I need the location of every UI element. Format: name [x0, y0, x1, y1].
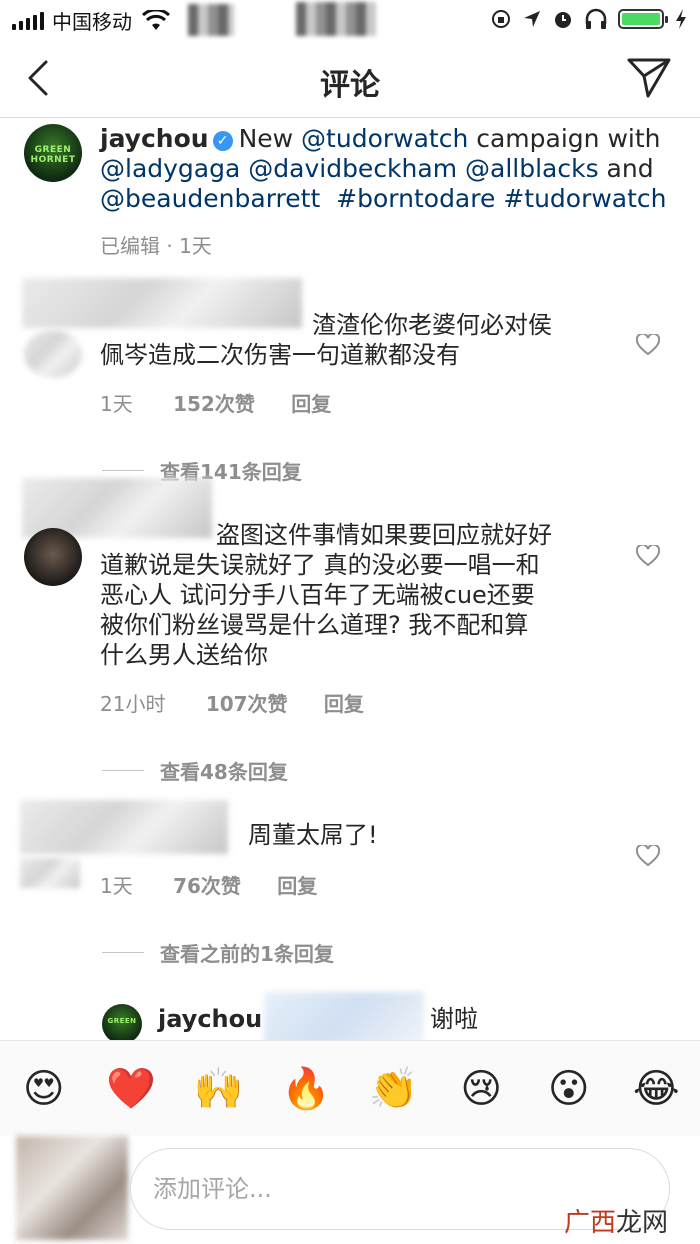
avatar[interactable] — [24, 528, 82, 586]
emoji-bar: 😍 ❤️ 🙌 🔥 👏 😢 😮 😂 — [0, 1040, 700, 1136]
my-avatar[interactable] — [16, 1136, 128, 1240]
edited-label: 已编辑 — [100, 234, 160, 258]
reply-button[interactable]: 回复 — [291, 392, 331, 416]
mention-link[interactable]: @davidbeckham — [248, 154, 457, 183]
view-replies-label: 查看48条回复 — [160, 760, 288, 784]
redacted-username — [22, 278, 302, 328]
send-direct-icon[interactable] — [626, 54, 672, 100]
carrier-label: 中国移动 — [52, 10, 132, 34]
comment-time: 1天 — [100, 392, 133, 416]
charging-icon — [676, 9, 686, 29]
comment-meta: 1天 152次赞 回复 — [100, 388, 331, 417]
clap-emoji-button[interactable]: 👏 — [364, 1059, 424, 1119]
hashtag-link[interactable]: #tudorwatch — [503, 184, 666, 213]
wifi-icon — [142, 9, 170, 30]
view-replies-label: 查看之前的1条回复 — [160, 942, 334, 966]
heart-icon[interactable] — [636, 334, 660, 356]
hashtag-link[interactable]: #borntodare — [336, 184, 495, 213]
caption-username[interactable]: jaychou — [100, 124, 209, 153]
watermark: 广西龙网 — [564, 1202, 668, 1239]
headphones-icon — [585, 8, 607, 29]
comment-text: 周董太屌了! — [248, 821, 378, 849]
green-hornet-logo: GREEN — [107, 1017, 137, 1026]
crying-emoji-button[interactable]: 😢 — [451, 1059, 511, 1119]
comment-time: 1天 — [100, 874, 133, 898]
avatar[interactable]: GREEN HORNET — [24, 124, 82, 182]
heart-icon[interactable] — [636, 545, 660, 567]
page-title: 评论 — [320, 68, 380, 103]
reply-text: 谢啦 — [430, 1005, 478, 1033]
caption-text — [457, 154, 465, 183]
likes-count[interactable]: 107次赞 — [206, 692, 288, 716]
alarm-icon — [555, 12, 571, 28]
mention-link[interactable]: @allblacks — [465, 154, 599, 183]
divider — [102, 952, 144, 953]
surprised-emoji-button[interactable]: 😮 — [539, 1059, 599, 1119]
view-replies-button[interactable]: 查看48条回复 — [102, 756, 288, 785]
comment-text: 渣渣伦你老婆何必对侯 — [312, 311, 552, 339]
location-icon — [524, 11, 540, 27]
raised-hands-emoji-button[interactable]: 🙌 — [189, 1059, 249, 1119]
watermark-part: 广西 — [563, 1208, 616, 1238]
status-bar: 中国移动 — [0, 0, 700, 40]
avatar[interactable] — [24, 330, 82, 378]
mention-link[interactable]: @beaudenbarrett — [100, 184, 320, 213]
post-caption: jaychou ✓ New @tudorwatch campaign with @l… — [100, 124, 670, 214]
likes-count[interactable]: 76次赞 — [173, 874, 241, 898]
status-left: 中国移动 — [12, 6, 170, 35]
caption-text: campaign with — [468, 124, 661, 153]
view-replies-button[interactable]: 查看之前的1条回复 — [102, 938, 334, 967]
signal-icon — [12, 11, 44, 30]
watermark-part: 龙网 — [615, 1208, 668, 1238]
verified-badge-icon: ✓ — [212, 131, 233, 151]
comment-text: 被你们粉丝谩骂是什么道理? 我不配和算 — [100, 611, 529, 639]
comment-meta: 21小时 107次赞 回复 — [100, 688, 364, 717]
caption-time: 1天 — [179, 234, 212, 258]
caption-text — [320, 184, 336, 213]
laughing-emoji-button[interactable]: 😂 — [626, 1059, 686, 1119]
status-right — [490, 8, 688, 30]
comment-text: 道歉说是失误就好了 真的没必要一唱一和 — [100, 551, 540, 579]
comment-text: 佩岑造成二次伤害一句道歉都没有 — [100, 341, 460, 369]
comment-text: 恶心人 试问分手八百年了无端被cue还要 — [100, 581, 535, 609]
divider — [102, 470, 144, 471]
fire-emoji-button[interactable]: 🔥 — [276, 1059, 336, 1119]
heart-eyes-emoji-button[interactable]: 😍 — [14, 1059, 74, 1119]
redacted-block — [296, 2, 376, 36]
reply-username[interactable]: jaychou — [158, 1004, 262, 1035]
caption-text: New — [238, 124, 302, 153]
red-heart-emoji-button[interactable]: ❤️ — [101, 1059, 161, 1119]
caption-meta: 已编辑 · 1天 — [100, 234, 212, 258]
nav-bar: 评论 — [0, 40, 700, 118]
divider — [102, 770, 144, 771]
redacted-username — [20, 800, 228, 854]
comment-text: 什么男人送给你 — [100, 641, 268, 669]
redacted-block — [188, 4, 234, 36]
battery-icon — [618, 9, 668, 29]
caption-text: and — [598, 154, 654, 183]
green-hornet-logo: GREEN HORNET — [30, 144, 76, 165]
reply-button[interactable]: 回复 — [324, 692, 364, 716]
avatar[interactable] — [20, 858, 80, 888]
comment-meta: 1天 76次赞 回复 — [100, 870, 317, 899]
reply-button[interactable]: 回复 — [277, 874, 317, 898]
comment-time: 21小时 — [100, 692, 166, 716]
mention-link[interactable]: @ladygaga — [100, 154, 240, 183]
heart-icon[interactable] — [636, 845, 660, 867]
orientation-lock-icon — [492, 10, 510, 28]
comment-text: 盗图这件事情如果要回应就好好 — [216, 521, 552, 549]
avatar[interactable]: GREEN — [102, 1004, 142, 1044]
likes-count[interactable]: 152次赞 — [173, 392, 255, 416]
mention-link[interactable]: @tudorwatch — [301, 124, 468, 153]
redacted-mention — [264, 992, 424, 1044]
